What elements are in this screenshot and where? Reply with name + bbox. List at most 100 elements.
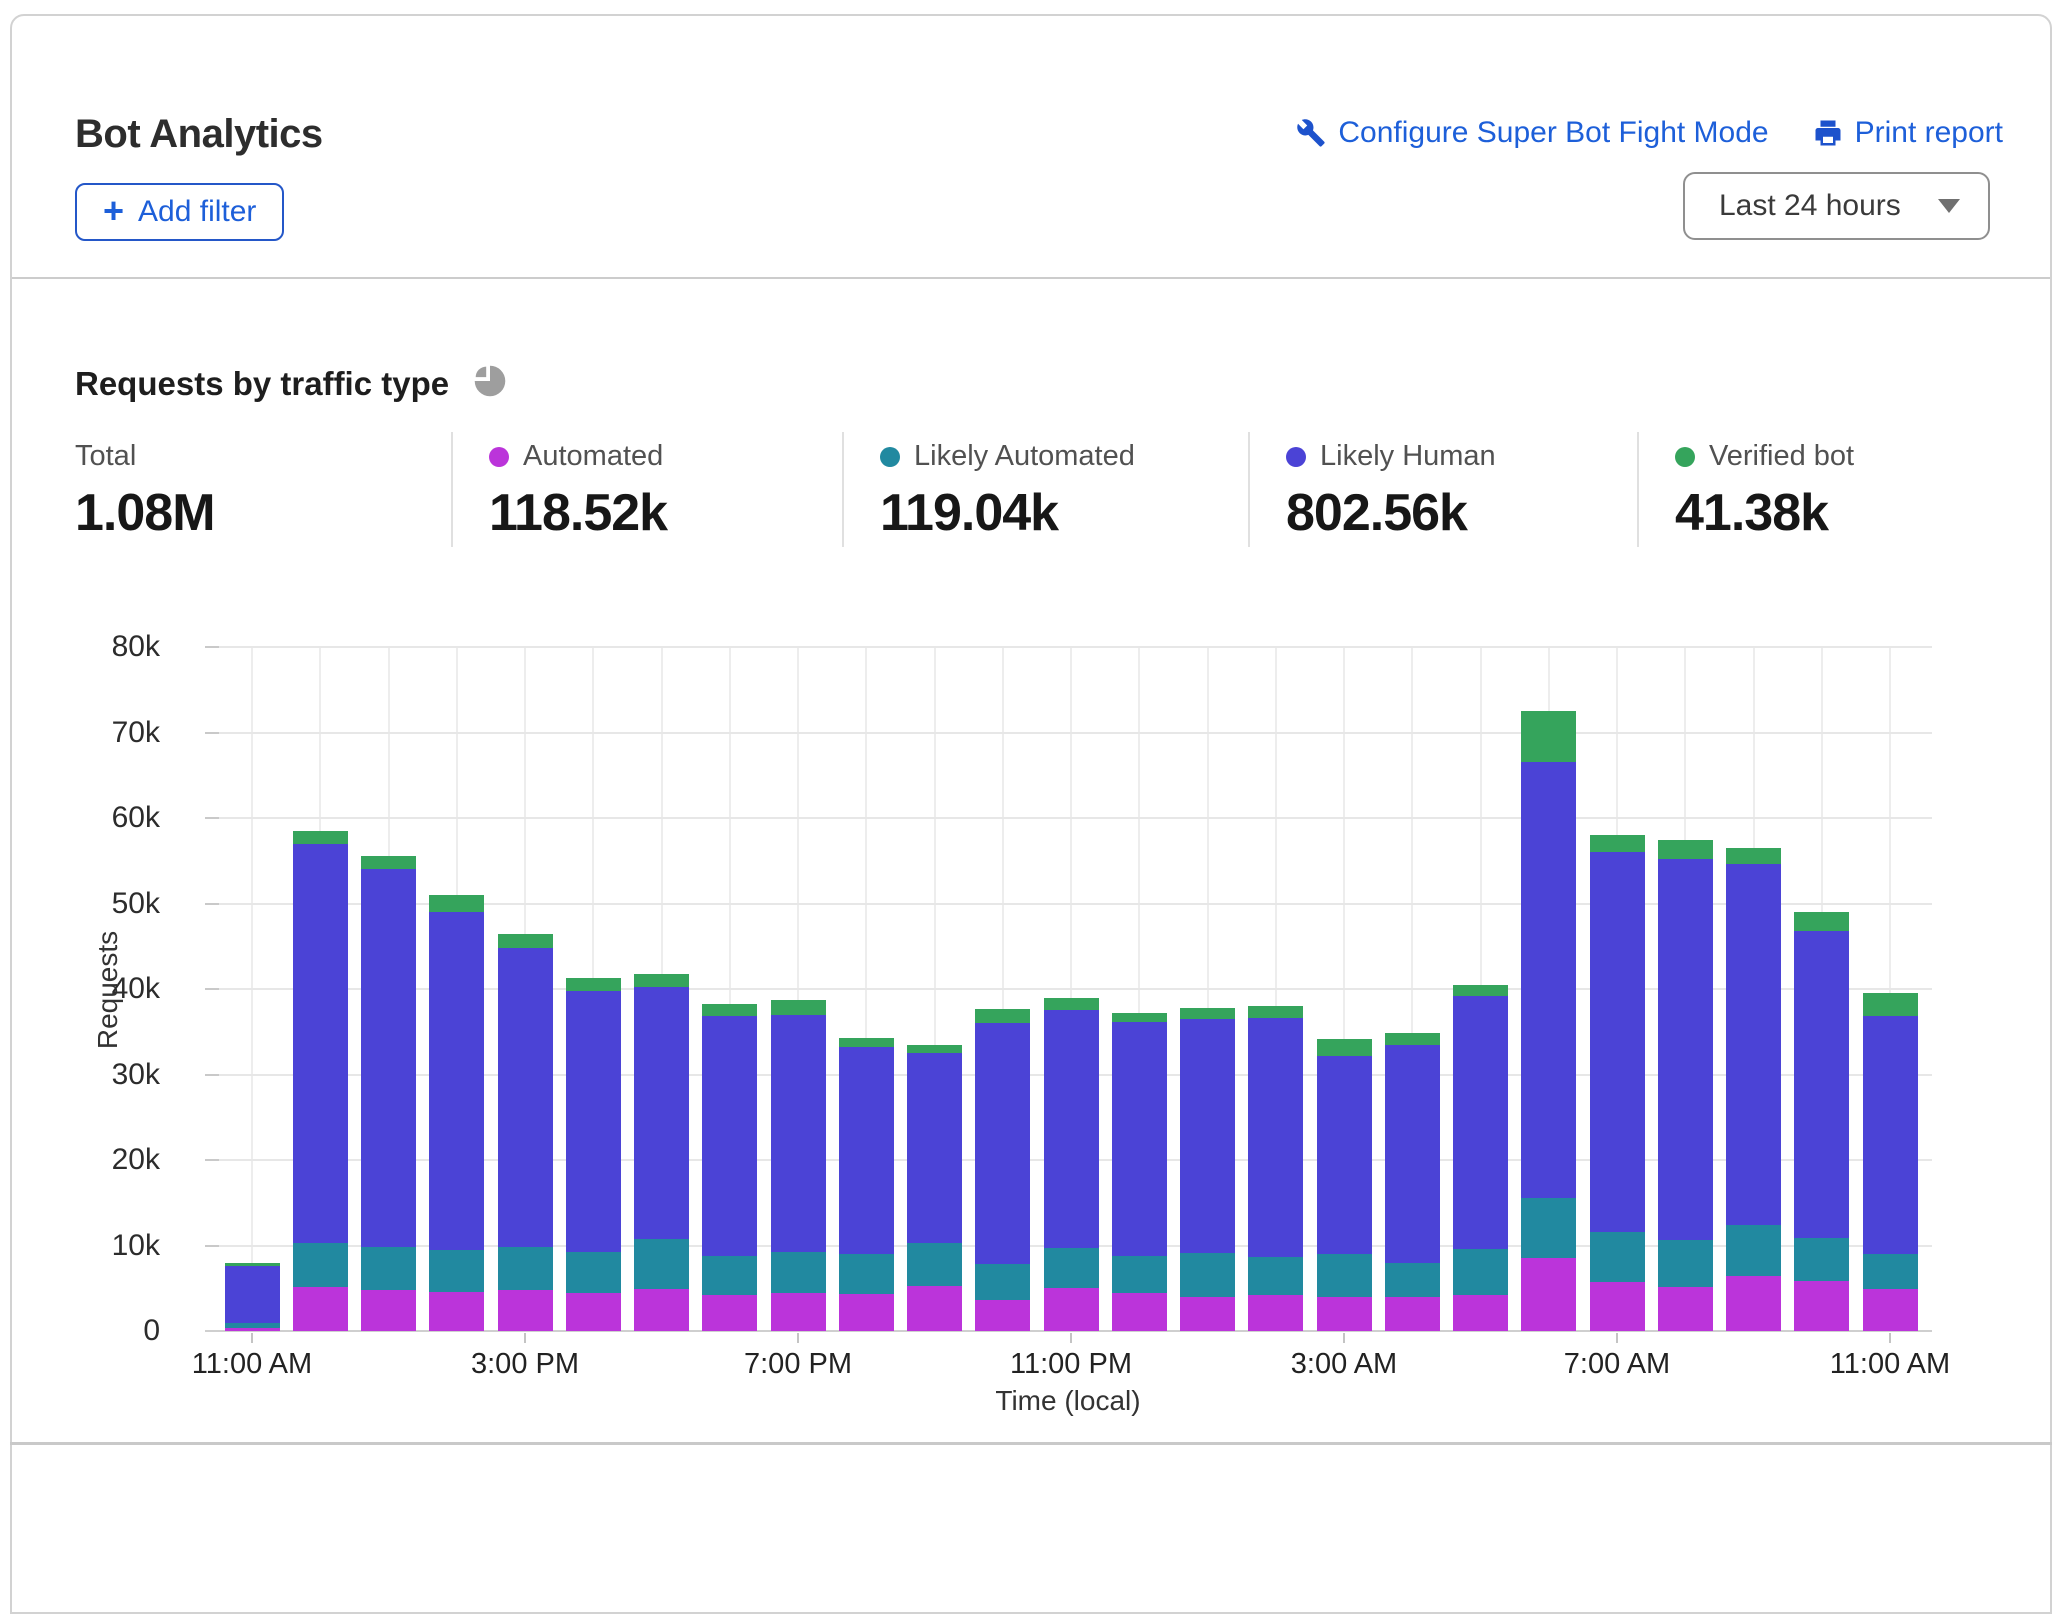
bar-segment-likely-automated bbox=[907, 1243, 962, 1286]
bar-segment-likely-human bbox=[293, 844, 348, 1243]
bar-segment-automated bbox=[1453, 1295, 1508, 1331]
stat-likely-human: Likely Human 802.56k bbox=[1286, 440, 1496, 543]
bar-segment-likely-automated bbox=[1044, 1248, 1099, 1288]
bar-1100am bbox=[225, 1263, 280, 1331]
bar-segment-verified-bot bbox=[498, 934, 553, 948]
bar-600am bbox=[1521, 711, 1576, 1331]
bar-segment-likely-automated bbox=[566, 1252, 621, 1293]
y-tick-label: 10k bbox=[52, 1229, 160, 1263]
bar-segment-likely-automated bbox=[1521, 1198, 1576, 1258]
add-filter-label: Add filter bbox=[138, 195, 256, 229]
bar-segment-automated bbox=[1385, 1297, 1440, 1331]
bar-segment-verified-bot bbox=[1863, 993, 1918, 1016]
bar-segment-likely-human bbox=[1317, 1056, 1372, 1254]
bar-segment-automated bbox=[1658, 1287, 1713, 1331]
stat-likely-human-value: 802.56k bbox=[1286, 483, 1496, 543]
x-tick-label: 11:00 AM bbox=[162, 1348, 342, 1381]
bar-segment-likely-automated bbox=[1863, 1254, 1918, 1289]
x-tick bbox=[524, 1333, 526, 1343]
bar-segment-likely-human bbox=[975, 1023, 1030, 1264]
configure-link-label: Configure Super Bot Fight Mode bbox=[1338, 116, 1768, 150]
stat-divider bbox=[842, 432, 844, 547]
bar-400am bbox=[1385, 1033, 1440, 1331]
x-tick bbox=[1889, 1333, 1891, 1343]
bar-segment-verified-bot bbox=[1180, 1008, 1235, 1019]
bar-1100am bbox=[1863, 993, 1918, 1331]
bar-segment-likely-human bbox=[1590, 852, 1645, 1232]
bar-segment-verified-bot bbox=[566, 978, 621, 991]
bar-800pm bbox=[839, 1038, 894, 1331]
bar-segment-automated bbox=[771, 1293, 826, 1331]
bar-segment-likely-human bbox=[634, 987, 689, 1238]
bar-segment-verified-bot bbox=[1044, 998, 1099, 1010]
stat-likely-human-label: Likely Human bbox=[1320, 440, 1496, 473]
bar-segment-automated bbox=[566, 1293, 621, 1331]
bar-segment-verified-bot bbox=[702, 1004, 757, 1017]
bar-segment-automated bbox=[225, 1328, 280, 1331]
bar-segment-verified-bot bbox=[907, 1045, 962, 1053]
configure-super-bot-fight-mode-link[interactable]: Configure Super Bot Fight Mode bbox=[1296, 116, 1768, 150]
horizontal-gridline bbox=[205, 817, 1932, 819]
bar-300pm bbox=[498, 934, 553, 1331]
bar-segment-automated bbox=[498, 1290, 553, 1331]
bar-segment-likely-automated bbox=[839, 1254, 894, 1294]
pie-chart-icon bbox=[469, 360, 511, 407]
bar-segment-verified-bot bbox=[1385, 1033, 1440, 1045]
bar-100pm bbox=[361, 856, 416, 1331]
likely-human-legend-dot bbox=[1286, 447, 1306, 467]
time-range-select[interactable]: Last 24 hours bbox=[1683, 172, 1990, 240]
bar-segment-likely-automated bbox=[1180, 1253, 1235, 1297]
stat-likely-automated-label: Likely Automated bbox=[914, 440, 1135, 473]
bar-segment-likely-automated bbox=[702, 1256, 757, 1295]
bar-segment-automated bbox=[1590, 1282, 1645, 1331]
y-tick-label: 80k bbox=[52, 630, 160, 664]
bar-segment-likely-automated bbox=[1794, 1238, 1849, 1282]
bar-segment-automated bbox=[293, 1287, 348, 1331]
bar-segment-likely-human bbox=[1658, 859, 1713, 1239]
bar-segment-automated bbox=[1794, 1281, 1849, 1331]
x-tick bbox=[1343, 1333, 1345, 1343]
bar-segment-automated bbox=[361, 1290, 416, 1331]
print-report-link[interactable]: Print report bbox=[1813, 116, 2003, 150]
bar-segment-verified-bot bbox=[1248, 1006, 1303, 1018]
bar-segment-verified-bot bbox=[1794, 912, 1849, 931]
bar-segment-likely-automated bbox=[1248, 1257, 1303, 1295]
bar-300am bbox=[1317, 1039, 1372, 1331]
bar-segment-likely-automated bbox=[975, 1264, 1030, 1300]
bar-segment-verified-bot bbox=[361, 856, 416, 870]
bar-segment-likely-human bbox=[429, 912, 484, 1250]
bar-1000pm bbox=[975, 1009, 1030, 1331]
verified-bot-legend-dot bbox=[1675, 447, 1695, 467]
bar-segment-likely-automated bbox=[1658, 1240, 1713, 1287]
bar-segment-automated bbox=[1317, 1297, 1372, 1331]
stat-divider bbox=[1637, 432, 1639, 547]
bar-segment-likely-human bbox=[702, 1016, 757, 1255]
plus-icon: + bbox=[103, 193, 124, 229]
horizontal-gridline bbox=[205, 646, 1932, 648]
bar-segment-likely-human bbox=[1044, 1010, 1099, 1249]
section-divider bbox=[10, 1442, 2052, 1445]
stat-verified-bot: Verified bot 41.38k bbox=[1675, 440, 1854, 543]
bar-segment-automated bbox=[975, 1300, 1030, 1331]
bar-segment-likely-automated bbox=[1112, 1256, 1167, 1294]
y-tick-label: 20k bbox=[52, 1143, 160, 1177]
bar-segment-likely-human bbox=[1180, 1019, 1235, 1253]
y-tick-label: 60k bbox=[52, 801, 160, 835]
stat-total-label: Total bbox=[75, 440, 136, 473]
bar-500am bbox=[1453, 985, 1508, 1331]
bar-100am bbox=[1180, 1008, 1235, 1331]
add-filter-button[interactable]: + Add filter bbox=[75, 183, 284, 241]
bar-segment-verified-bot bbox=[839, 1038, 894, 1047]
x-tick-label: 11:00 AM bbox=[1800, 1348, 1980, 1381]
bar-segment-automated bbox=[839, 1294, 894, 1331]
bar-segment-automated bbox=[907, 1286, 962, 1331]
bar-segment-likely-automated bbox=[361, 1247, 416, 1290]
x-tick bbox=[797, 1333, 799, 1343]
bar-segment-likely-human bbox=[1794, 931, 1849, 1238]
bar-segment-likely-human bbox=[1863, 1016, 1918, 1254]
y-tick-label: 0 bbox=[52, 1314, 160, 1348]
bar-segment-verified-bot bbox=[1590, 835, 1645, 852]
requests-stacked-bar-chart bbox=[205, 647, 1932, 1331]
bar-segment-likely-human bbox=[1726, 864, 1781, 1225]
bar-segment-verified-bot bbox=[293, 831, 348, 844]
